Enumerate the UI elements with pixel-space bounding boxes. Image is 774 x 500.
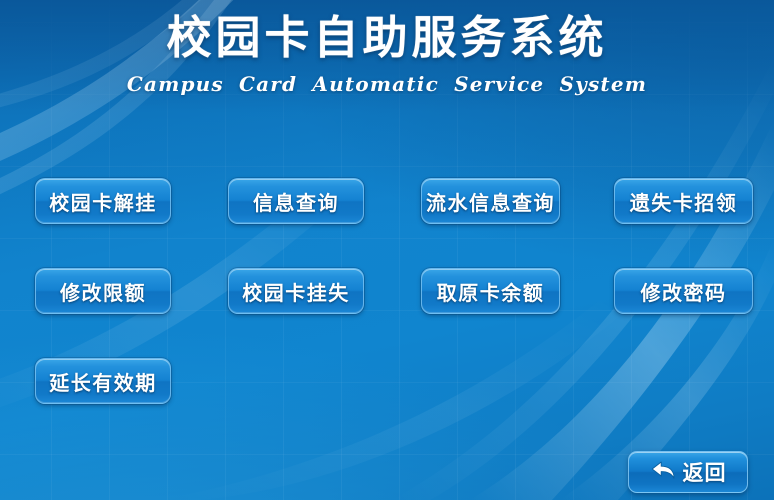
menu-button-8[interactable]: 修改密码 — [614, 268, 753, 314]
back-arrow-icon — [650, 458, 676, 486]
service-menu: 校园卡解挂 信息查询 流水信息查询 遗失卡招领修改限额 校园卡挂失 取原卡余额 修改密码延长… — [0, 0, 774, 500]
menu-button-1[interactable]: 校园卡解挂 — [35, 178, 171, 224]
back-button[interactable]: 返回 — [628, 451, 748, 493]
menu-button-label: 流水信息查询 — [426, 190, 555, 215]
menu-button-6[interactable]: 校园卡挂失 — [228, 268, 364, 314]
menu-button-label: 修改限额 — [60, 280, 146, 305]
menu-button-label: 延长有效期 — [49, 370, 157, 395]
menu-button-9[interactable]: 延长有效期 — [35, 358, 171, 404]
menu-button-4[interactable]: 遗失卡招领 — [614, 178, 753, 224]
menu-button-label: 信息查询 — [253, 190, 339, 215]
menu-button-label: 校园卡挂失 — [242, 280, 350, 305]
menu-button-7[interactable]: 取原卡余额 — [421, 268, 560, 314]
menu-button-label: 修改密码 — [640, 280, 727, 305]
menu-button-label: 取原卡余额 — [436, 280, 545, 305]
menu-button-label: 校园卡解挂 — [49, 190, 157, 215]
campus-card-kiosk-screen: 校园卡自助服务系统 Campus Card Automatic Service … — [0, 0, 774, 500]
menu-button-5[interactable]: 修改限额 — [35, 268, 171, 314]
menu-button-3[interactable]: 流水信息查询 — [421, 178, 560, 224]
back-button-label: 返回 — [682, 461, 727, 485]
menu-button-label: 遗失卡招领 — [629, 190, 738, 215]
menu-button-2[interactable]: 信息查询 — [228, 178, 364, 224]
